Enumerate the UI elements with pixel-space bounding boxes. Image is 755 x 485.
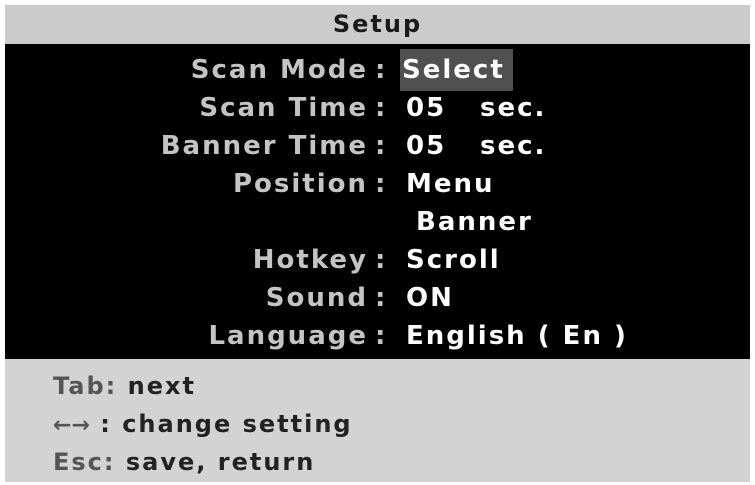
left-right-arrows-icon: ←→ bbox=[53, 413, 90, 438]
banner-time-unit: sec. bbox=[480, 131, 547, 161]
osd-window: Setup Scan Mode : Select Scan Time : 05 … bbox=[5, 5, 750, 482]
hotkey-value[interactable]: Scroll bbox=[406, 242, 501, 278]
setting-row-banner-time[interactable]: Banner Time : 05 sec. bbox=[5, 128, 750, 164]
hint-tab: Tab: next bbox=[53, 369, 196, 403]
help-panel: Tab: next ←→ : change setting Esc: save,… bbox=[5, 359, 750, 482]
setting-row-position-2[interactable]: Banner bbox=[5, 204, 750, 240]
setting-row-scan-mode[interactable]: Scan Mode : Select bbox=[5, 49, 750, 91]
position-label: Position bbox=[232, 169, 368, 199]
page-title: Setup bbox=[5, 5, 750, 44]
banner-time-value[interactable]: 05 bbox=[406, 128, 446, 164]
setting-row-sound[interactable]: Sound : ON bbox=[5, 280, 750, 316]
language-value[interactable]: English ( En ) bbox=[406, 318, 628, 354]
banner-time-label: Banner Time bbox=[160, 131, 368, 161]
separator: : bbox=[375, 283, 388, 313]
separator: : bbox=[375, 55, 388, 85]
scan-time-label: Scan Time bbox=[199, 93, 368, 123]
sound-label: Sound bbox=[265, 283, 368, 313]
sound-value[interactable]: ON bbox=[406, 280, 454, 316]
position-value-menu[interactable]: Menu bbox=[406, 166, 495, 202]
scan-time-value[interactable]: 05 bbox=[406, 90, 446, 126]
separator: : bbox=[375, 321, 388, 351]
separator: : bbox=[375, 169, 388, 199]
scan-mode-label: Scan Mode bbox=[190, 55, 368, 85]
separator: : bbox=[375, 131, 388, 161]
setting-row-language[interactable]: Language : English ( En ) bbox=[5, 318, 750, 354]
esc-hint-text: save, return bbox=[125, 448, 316, 476]
hotkey-label: Hotkey bbox=[252, 245, 368, 275]
tab-key-label: Tab: bbox=[53, 372, 118, 400]
esc-key-label: Esc: bbox=[53, 448, 116, 476]
setup-menu: Scan Mode : Select Scan Time : 05 sec. B… bbox=[5, 44, 750, 359]
hint-esc: Esc: save, return bbox=[53, 445, 315, 479]
position-value-banner[interactable]: Banner bbox=[416, 204, 533, 240]
separator: : bbox=[375, 93, 388, 123]
tab-hint-text: next bbox=[127, 372, 196, 400]
arrows-hint-text: : change setting bbox=[100, 410, 353, 438]
setting-row-hotkey[interactable]: Hotkey : Scroll bbox=[5, 242, 750, 278]
language-label: Language bbox=[208, 321, 368, 351]
scan-time-unit: sec. bbox=[480, 93, 547, 123]
setting-row-scan-time[interactable]: Scan Time : 05 sec. bbox=[5, 90, 750, 126]
setting-row-position[interactable]: Position : Menu bbox=[5, 166, 750, 202]
separator: : bbox=[375, 245, 388, 275]
hint-arrows: ←→ : change setting bbox=[53, 407, 353, 441]
scan-mode-value[interactable]: Select bbox=[400, 49, 513, 91]
